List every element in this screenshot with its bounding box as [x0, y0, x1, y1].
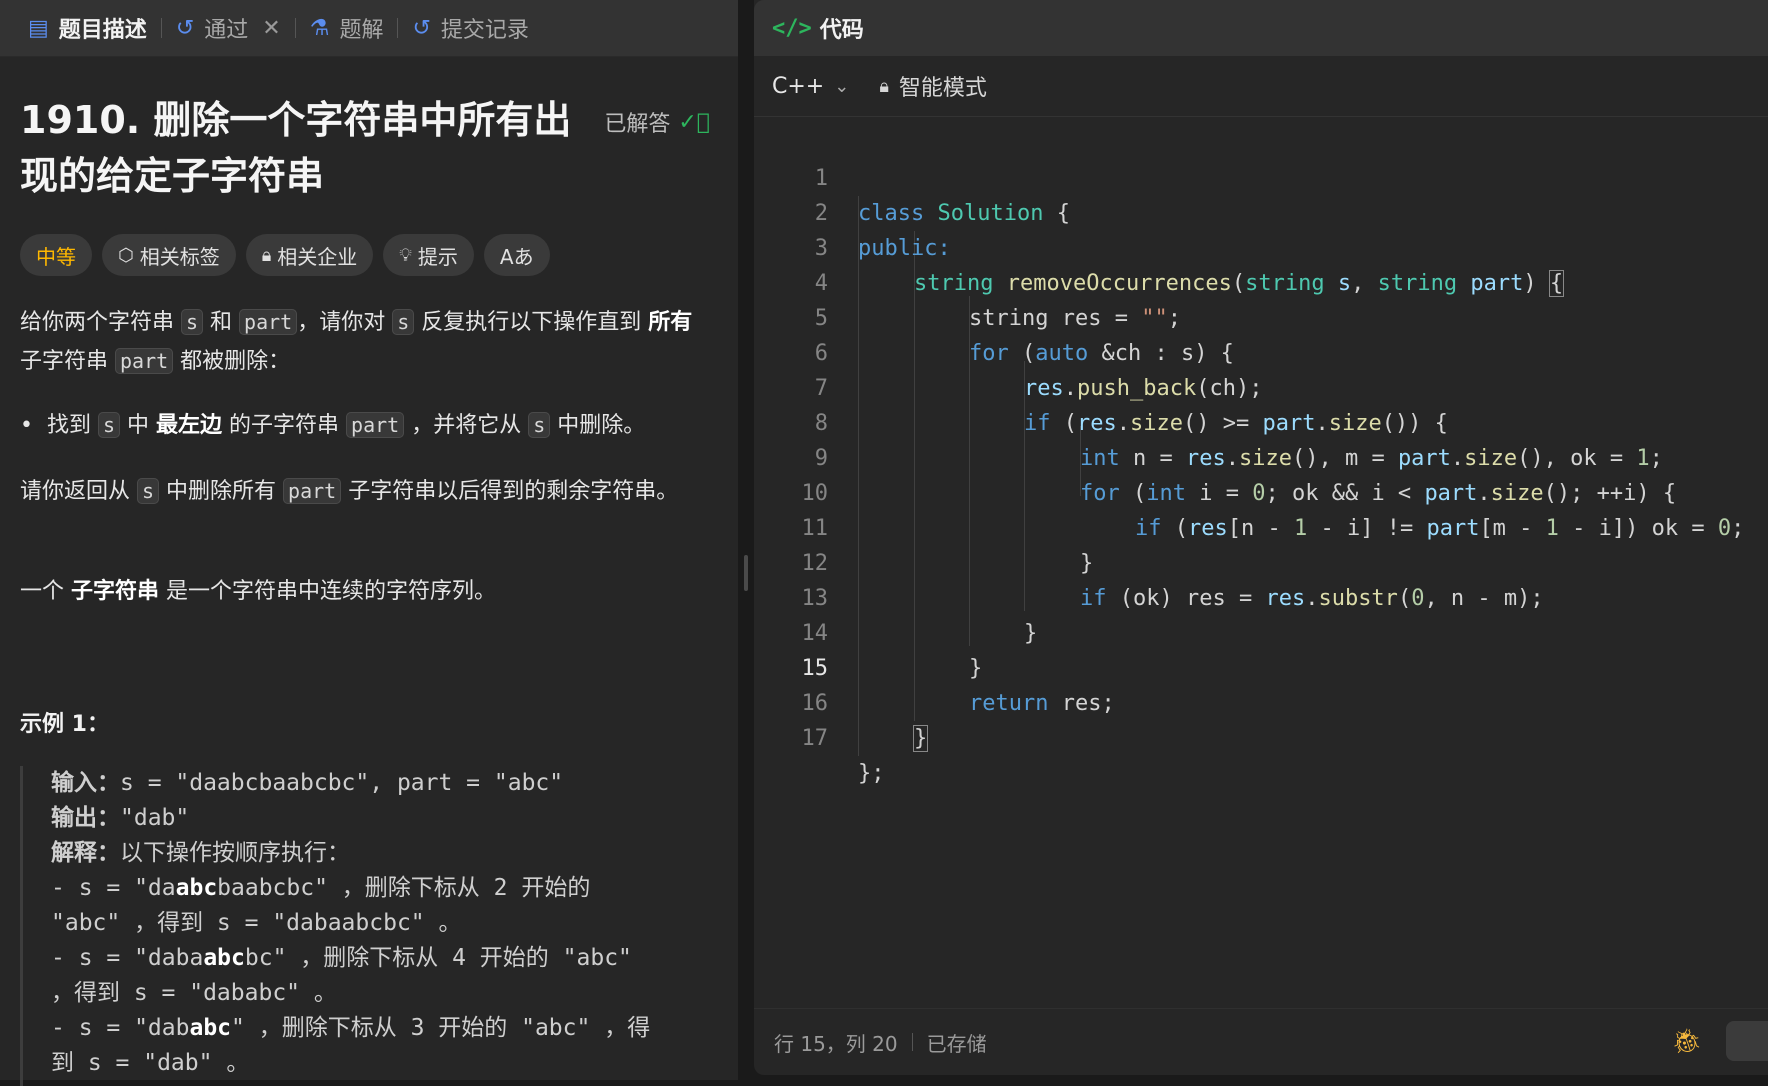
- problem-title[interactable]: 1910. 删除一个字符串中所有出现的给定子字符串: [20, 92, 580, 204]
- code-line: 1 class Solution {: [814, 166, 1070, 226]
- tag-icon: ⬡: [118, 244, 134, 266]
- left-tab-bar: ▤ 题目描述 ↺ 通过 ✕ ⚗ 题解 ↺ 提交记录: [0, 0, 738, 57]
- tab-code[interactable]: 代码: [820, 12, 864, 44]
- inline-code: part: [115, 348, 174, 374]
- code-line: 12 if (ok) res = res.substr(0, n - m);: [801, 551, 1544, 611]
- description-paragraph-1: 给你两个字符串 s 和 part ，请你对 s 反复执行以下操作直到 所有 子字符…: [20, 309, 693, 374]
- code-line: 13 }: [801, 586, 1038, 646]
- tab-submissions[interactable]: ↺ 提交记录: [398, 0, 542, 56]
- language-select[interactable]: C++ ⌄: [772, 74, 849, 99]
- code-line: 10 if (res[n - 1 - i] != part[m - 1 - i]…: [801, 481, 1745, 541]
- code-line: 3 string removeOccurrences(string s, str…: [814, 236, 1565, 297]
- description-icon: ▤: [28, 15, 49, 41]
- description-paragraph-3: 一个 子字符串 是一个字符串中连续的字符序列。: [20, 579, 497, 604]
- inline-code: s: [137, 478, 160, 504]
- check-circle-icon: ✓⃝: [678, 109, 710, 135]
- code-line: 4 string res = "";: [814, 271, 1181, 331]
- inline-code: part: [239, 309, 298, 335]
- title-row: 1910. 删除一个字符串中所有出现的给定子字符串 已解答 ✓⃝: [20, 92, 720, 204]
- tab-solutions[interactable]: ⚗ 题解: [296, 0, 398, 56]
- related-tags-button[interactable]: ⬡ 相关标签: [102, 234, 236, 276]
- inline-code: s: [181, 309, 204, 335]
- lock-icon: 🔒︎: [879, 75, 889, 97]
- inline-code: part: [346, 412, 405, 438]
- inline-code: s: [528, 412, 551, 438]
- code-panel: </> 代码 C++ ⌄ 🔒︎ 智能模式 1 class Solution { …: [754, 0, 1768, 1075]
- history-icon: ↺: [412, 15, 431, 41]
- flask-icon: ⚗: [309, 15, 330, 41]
- inline-code: s: [392, 309, 415, 335]
- save-status: 已存储: [926, 1031, 987, 1056]
- lightbulb-icon: 💡︎: [399, 244, 412, 266]
- lock-icon: 🔒︎: [261, 244, 272, 266]
- tag-pills: 中等 ⬡ 相关标签 🔒︎ 相关企业 💡︎ 提示 Aあ: [20, 234, 560, 276]
- indent-guide: [914, 231, 915, 721]
- bullet-dot: •: [20, 413, 47, 438]
- difficulty-badge[interactable]: 中等: [20, 234, 92, 276]
- translate-button[interactable]: Aあ: [483, 234, 550, 276]
- tab-accepted[interactable]: ↺ 通过 ✕: [162, 0, 295, 56]
- code-line: 7 if (res.size() >= part.size()) {: [814, 376, 1448, 436]
- code-line: 5 for (auto &ch : s) {: [814, 306, 1234, 366]
- smart-mode-toggle[interactable]: 🔒︎ 智能模式: [879, 70, 987, 102]
- code-line: 2 public:: [814, 201, 951, 261]
- panel-resize-handle[interactable]: [744, 555, 748, 591]
- code-line: 17 };: [801, 726, 885, 786]
- inline-code: s: [97, 412, 121, 438]
- example-title: 示例 1：: [20, 712, 109, 737]
- code-line: 14 }: [801, 621, 983, 681]
- editor-toolbar: C++ ⌄ 🔒︎ 智能模式: [754, 56, 1768, 117]
- description-bullet: • 找到 s 中 最左边 的子字符串 part ，并将它从 s 中删除。: [20, 412, 646, 438]
- code-line: 6 res.push_back(ch);: [814, 341, 1263, 401]
- tab-description[interactable]: ▤ 题目描述: [14, 0, 161, 56]
- close-icon[interactable]: ✕: [262, 16, 280, 41]
- chevron-down-icon: ⌄: [834, 75, 850, 97]
- description-paragraph-2: 请你返回从 s 中删除所有 part 子字符串以后得到的剩余字符串。: [20, 478, 679, 504]
- code-icon: </>: [772, 15, 812, 41]
- code-tab-bar: </> 代码: [754, 0, 1768, 56]
- code-line: 11 }: [801, 516, 1094, 576]
- code-line: 8 int n = res.size(), m = part.size(), o…: [814, 411, 1663, 471]
- bug-icon[interactable]: 🐞︎: [1672, 1027, 1702, 1055]
- example-block: 输入：s = "daabcbaabcbc", part = "abc" 输出："…: [20, 766, 751, 1086]
- related-companies-button[interactable]: 🔒︎ 相关企业: [245, 234, 374, 276]
- code-line-current: 15 return res;: [801, 656, 1115, 716]
- status-separator: [911, 1033, 913, 1051]
- history-icon: ↺: [175, 15, 195, 41]
- run-button[interactable]: 运: [1726, 1021, 1768, 1061]
- editor-status-bar: 行 15，列 20 已存储 🐞︎ 运: [754, 1008, 1768, 1075]
- inline-code: part: [283, 478, 342, 504]
- hint-button[interactable]: 💡︎ 提示: [383, 234, 474, 276]
- code-line: 9 for (int i = 0; ok && i < part.size();…: [814, 446, 1677, 506]
- indent-guide: [858, 196, 859, 756]
- code-editor[interactable]: 1 class Solution { 2 public: 3 string re…: [754, 126, 1768, 986]
- solved-badge: 已解答 ✓⃝: [604, 109, 710, 138]
- cursor-position: 行 15，列 20: [774, 1031, 898, 1056]
- code-line: 16 }: [801, 691, 929, 752]
- problem-panel: ▤ 题目描述 ↺ 通过 ✕ ⚗ 题解 ↺ 提交记录 1910. 删除一个字符串中…: [0, 0, 738, 1086]
